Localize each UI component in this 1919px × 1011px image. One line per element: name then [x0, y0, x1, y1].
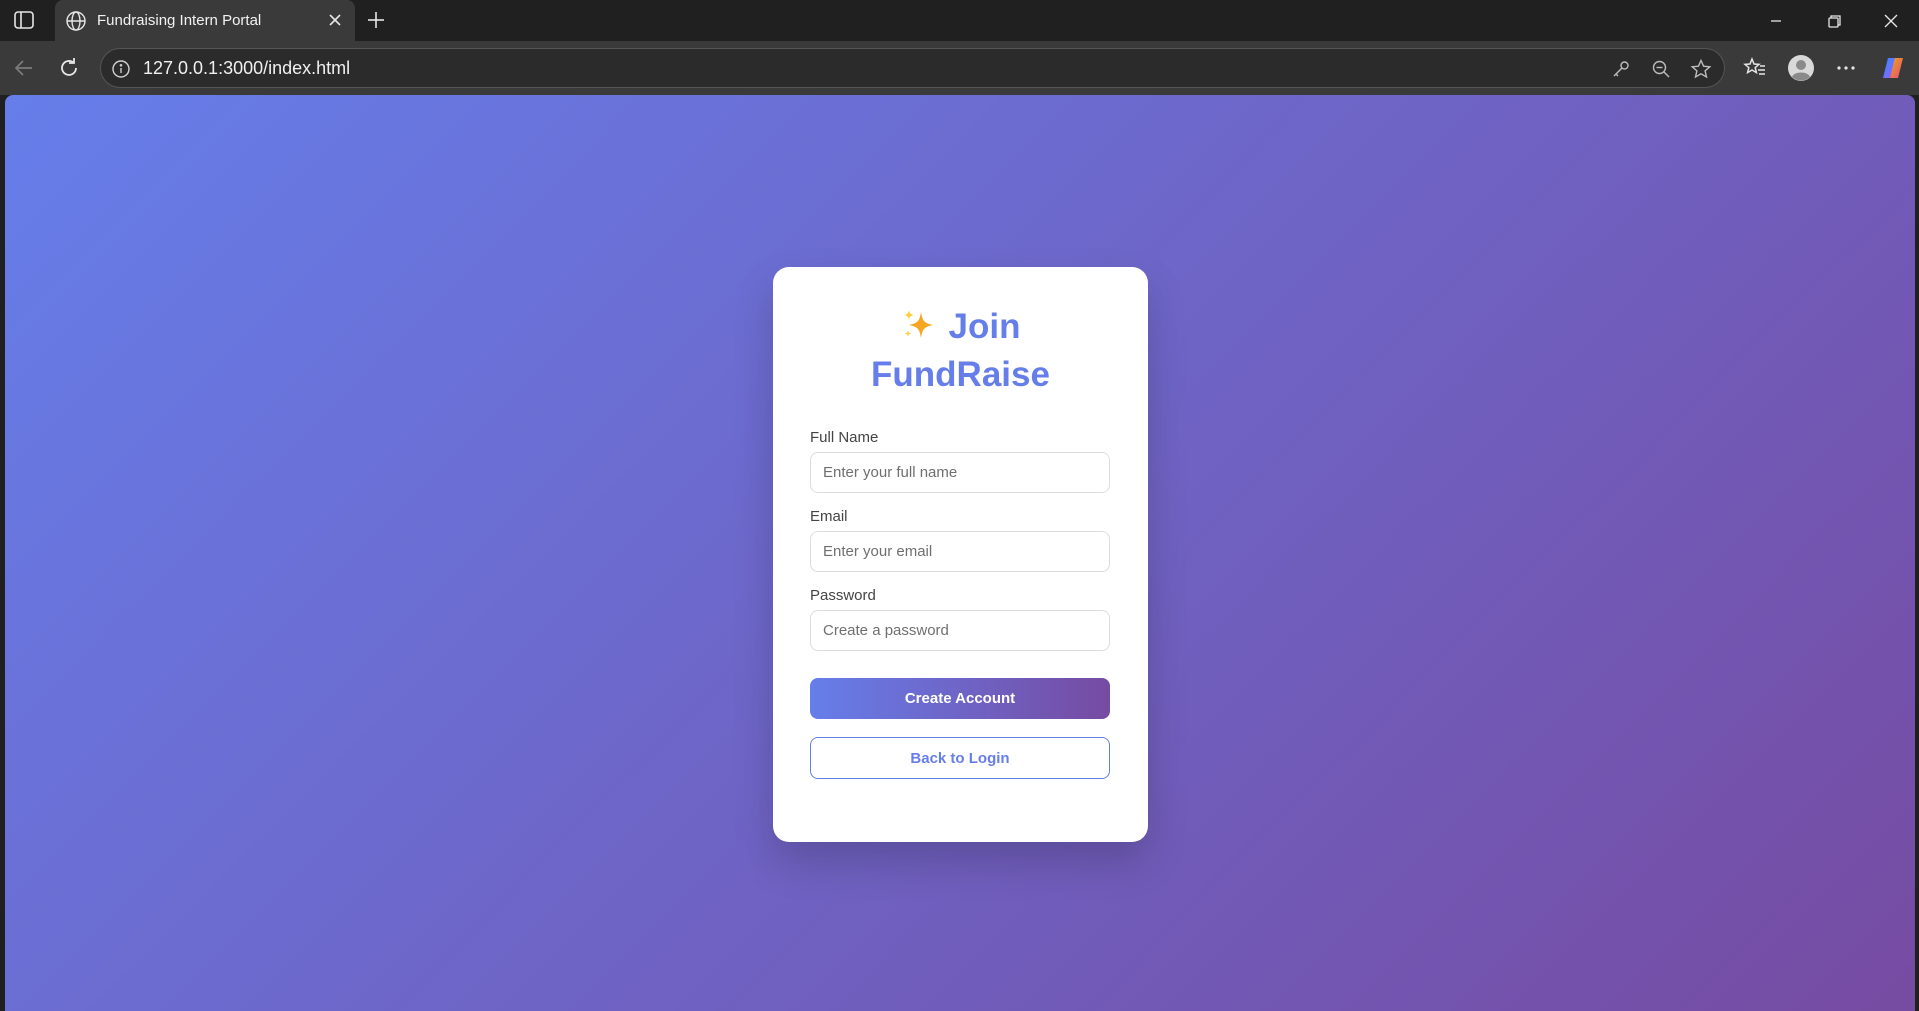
browser-tab[interactable]: Fundraising Intern Portal [55, 0, 355, 41]
minimize-icon[interactable] [1765, 10, 1787, 32]
address-bar[interactable]: 127.0.0.1:3000/index.html [100, 48, 1725, 88]
page-title: Join FundRaise [810, 303, 1111, 399]
full-name-label: Full Name [810, 429, 879, 446]
tab-title: Fundraising Intern Portal [97, 12, 262, 29]
zoom-out-icon[interactable] [1650, 58, 1672, 80]
title-line-join: Join [948, 307, 1021, 346]
password-group: Password [810, 587, 1111, 651]
back-arrow-icon[interactable] [11, 55, 37, 81]
password-label: Password [810, 587, 876, 604]
sparkles-icon [903, 310, 933, 338]
email-group: Email [810, 508, 1111, 572]
key-icon[interactable] [1610, 58, 1632, 80]
close-window-icon[interactable] [1880, 10, 1902, 32]
profile-avatar-icon[interactable] [1787, 54, 1815, 82]
favorite-star-icon[interactable] [1690, 58, 1712, 80]
browser-titlebar: Fundraising Intern Portal [0, 0, 1919, 41]
email-input[interactable] [810, 531, 1110, 572]
new-tab-icon[interactable] [365, 9, 387, 31]
more-options-icon[interactable] [1833, 55, 1859, 81]
full-name-group: Full Name [810, 429, 1111, 493]
full-name-input[interactable] [810, 452, 1110, 493]
page-background: Join FundRaise Full Name Email Password … [5, 95, 1915, 1011]
password-input[interactable] [810, 610, 1110, 651]
site-info-icon[interactable] [111, 59, 131, 79]
refresh-icon[interactable] [56, 55, 82, 81]
favorites-icon[interactable] [1742, 55, 1768, 81]
browser-toolbar: 127.0.0.1:3000/index.html [0, 41, 1919, 95]
restore-icon[interactable] [1823, 10, 1845, 32]
signup-form: Full Name Email Password Create Account … [810, 429, 1111, 779]
title-line-fundraise: FundRaise [871, 355, 1050, 394]
email-label: Email [810, 508, 848, 525]
back-to-login-button[interactable]: Back to Login [810, 737, 1110, 779]
signup-card: Join FundRaise Full Name Email Password … [773, 267, 1148, 842]
globe-icon [66, 10, 86, 31]
sidebar-toggle-icon[interactable] [13, 10, 35, 30]
close-tab-icon[interactable] [327, 12, 343, 28]
url-text: 127.0.0.1:3000/index.html [143, 58, 351, 78]
copilot-icon[interactable] [1879, 54, 1907, 82]
create-account-button[interactable]: Create Account [810, 678, 1110, 719]
